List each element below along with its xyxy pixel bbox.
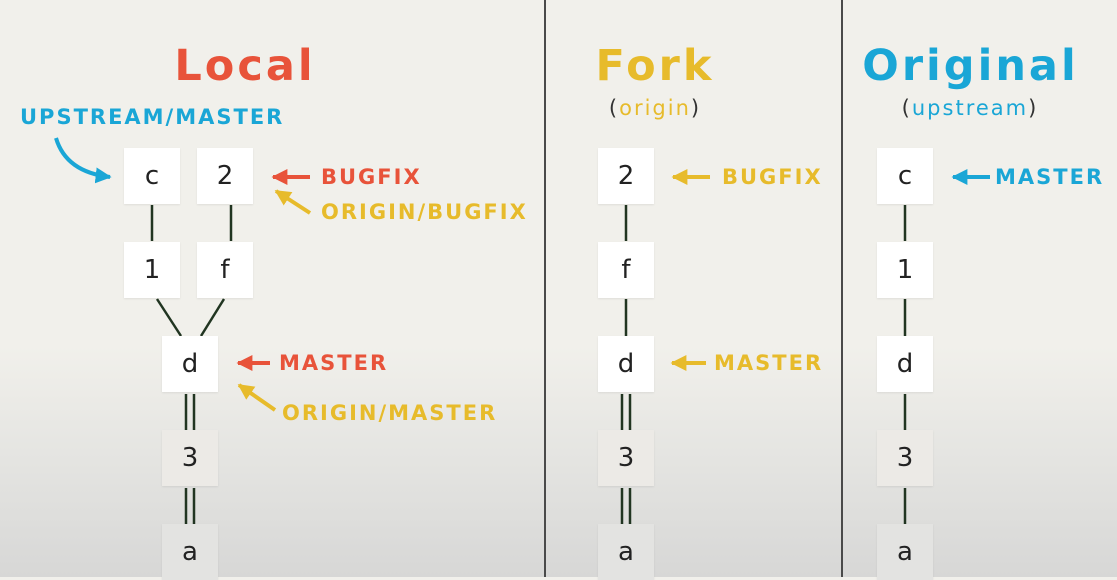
arrow-local-origin-master	[237, 383, 277, 412]
fork-commit-f: f	[598, 242, 654, 298]
commit-d: d	[162, 336, 218, 392]
label-fork-bugfix: BUGFIX	[722, 165, 823, 189]
label-local-origin-bugfix: ORIGIN/BUGFIX	[321, 200, 528, 224]
edge-local-f-d	[199, 298, 226, 337]
fork-subtitle-word: origin	[619, 96, 691, 120]
fork-subtitle-open: (	[608, 96, 620, 120]
orig-commit-c: c	[877, 148, 933, 204]
edge-local-1-d	[155, 298, 183, 337]
orig-commit-d: d	[877, 336, 933, 392]
local-title: Local	[174, 41, 316, 91]
fork-commit-d: d	[598, 336, 654, 392]
label-local-master: MASTER	[279, 351, 389, 375]
orig-commit-3: 3	[877, 430, 933, 486]
commit-a: a	[162, 524, 218, 580]
original-subtitle-word: upstream	[911, 96, 1029, 120]
original-subtitle-open: (	[901, 96, 912, 120]
fork-title: Fork	[595, 41, 715, 91]
fork-commit-a: a	[598, 524, 654, 580]
fork-subtitle-close: )	[690, 96, 702, 120]
commit-2: 2	[197, 148, 253, 204]
original-subtitle-close: )	[1028, 96, 1039, 120]
commit-1: 1	[124, 242, 180, 298]
arrow-local-origin-bugfix	[274, 189, 312, 215]
fork-subtitle: (origin)	[580, 98, 730, 119]
commit-c: c	[124, 148, 180, 204]
orig-commit-a: a	[877, 524, 933, 580]
commit-3: 3	[162, 430, 218, 486]
label-local-origin-master: ORIGIN/MASTER	[282, 401, 498, 425]
original-subtitle: (upstream)	[880, 98, 1060, 119]
arrow-upstream-master	[54, 137, 112, 184]
label-orig-master: MASTER	[995, 165, 1105, 189]
original-title: Original	[862, 41, 1079, 91]
label-fork-master: MASTER	[714, 351, 824, 375]
fork-commit-3: 3	[598, 430, 654, 486]
commit-f: f	[197, 242, 253, 298]
orig-commit-1: 1	[877, 242, 933, 298]
label-upstream-master: UPSTREAM/MASTER	[20, 105, 285, 129]
fork-commit-2: 2	[598, 148, 654, 204]
label-local-bugfix: BUGFIX	[321, 165, 422, 189]
